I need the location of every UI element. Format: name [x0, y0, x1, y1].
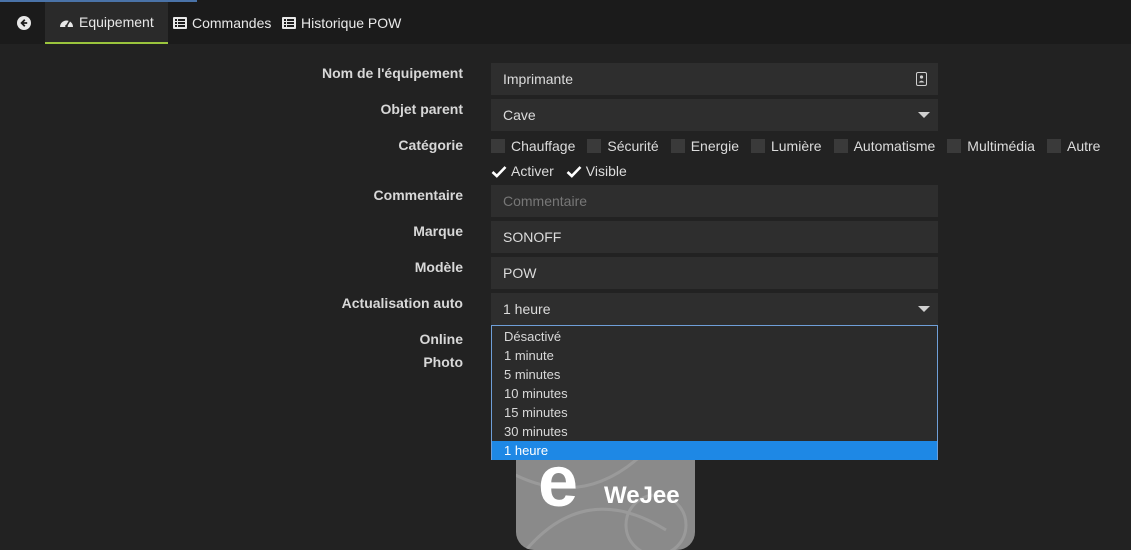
checkbox-label: Chauffage	[511, 138, 576, 154]
checkbox-box[interactable]	[491, 139, 505, 153]
actualisation-select-value: 1 heure	[503, 301, 551, 317]
checkbox-chauffage[interactable]: Chauffage	[491, 138, 575, 154]
checkbox-box[interactable]	[947, 139, 962, 153]
tab-commandes-label: Commandes	[192, 15, 272, 31]
nom-field[interactable]	[491, 63, 938, 95]
list-icon	[173, 17, 187, 29]
commentaire-field[interactable]	[491, 185, 938, 217]
checkbox-label: Visible	[585, 163, 627, 179]
marque-field[interactable]	[491, 221, 938, 253]
actualisation-select[interactable]: 1 heure	[491, 293, 938, 325]
checkbox-label: Multimédia	[967, 138, 1035, 154]
checkbox-label: Lumière	[770, 138, 822, 154]
parent-select-value: Cave	[503, 107, 536, 123]
checkbox-box[interactable]	[1046, 139, 1061, 153]
dropdown-option-selected[interactable]: 1 heure	[492, 441, 937, 460]
status-checkboxes: Activer Visible	[491, 163, 639, 179]
actualisation-dropdown: Désactivé 1 minute 5 minutes 10 minutes …	[491, 325, 938, 460]
checkbox-box[interactable]	[670, 139, 685, 153]
checkbox-autre[interactable]: Autre	[1046, 138, 1101, 154]
checkbox-label: Autre	[1066, 138, 1101, 154]
nom-input[interactable]	[503, 71, 926, 87]
chevron-down-icon	[918, 306, 930, 312]
checkbox-label: Sécurité	[607, 138, 659, 154]
back-button[interactable]	[4, 2, 44, 44]
check-icon[interactable]	[566, 164, 582, 178]
checkbox-securite[interactable]: Sécurité	[587, 138, 659, 154]
checkbox-multimedia[interactable]: Multimédia	[947, 138, 1035, 154]
contact-card-icon	[916, 72, 927, 86]
dropdown-option[interactable]: 10 minutes	[492, 384, 937, 403]
checkbox-label: Activer	[511, 163, 554, 179]
tab-historique-label: Historique POW	[301, 15, 402, 31]
parent-select[interactable]: Cave	[491, 99, 938, 131]
chevron-down-icon	[918, 112, 930, 118]
checkbox-label: Automatisme	[853, 138, 936, 154]
dropdown-option[interactable]: 5 minutes	[492, 365, 937, 384]
tab-commandes[interactable]: Commandes	[173, 2, 271, 44]
category-checkboxes: Chauffage Sécurité Energie Lumière Autom…	[491, 138, 1100, 154]
actualisation-label: Actualisation auto	[341, 295, 463, 311]
dropdown-option[interactable]: 30 minutes	[492, 422, 937, 441]
dropdown-option[interactable]: Désactivé	[492, 327, 937, 346]
marque-input[interactable]	[503, 229, 926, 245]
checkbox-energie[interactable]: Energie	[670, 138, 739, 154]
dashboard-icon	[59, 16, 74, 28]
tab-equipement[interactable]: Equipement	[45, 2, 168, 44]
checkbox-activer[interactable]: Activer	[491, 163, 554, 179]
modele-field[interactable]	[491, 257, 938, 289]
photo-label: Photo	[423, 354, 463, 370]
dropdown-option[interactable]: 15 minutes	[492, 403, 937, 422]
checkbox-automatisme[interactable]: Automatisme	[833, 138, 936, 154]
logo-brand: WeJee	[604, 482, 680, 509]
tab-equipement-label: Equipement	[79, 14, 154, 30]
checkbox-lumiere[interactable]: Lumière	[750, 138, 822, 154]
dropdown-option[interactable]: 1 minute	[492, 346, 937, 365]
checkbox-label: Energie	[690, 138, 739, 154]
tab-historique[interactable]: Historique POW	[282, 2, 401, 44]
checkbox-box[interactable]	[750, 139, 765, 153]
list-icon	[282, 17, 296, 29]
marque-label: Marque	[413, 223, 463, 239]
checkbox-visible[interactable]: Visible	[566, 163, 627, 179]
arrow-circle-left-icon	[17, 16, 31, 30]
checkbox-box[interactable]	[833, 139, 848, 153]
tab-bar: Equipement Commandes Historique POW	[0, 0, 1131, 44]
check-icon[interactable]	[491, 164, 507, 178]
modele-label: Modèle	[414, 259, 463, 275]
nom-label: Nom de l'équipement	[321, 65, 463, 81]
parent-label: Objet parent	[380, 101, 463, 117]
checkbox-box[interactable]	[587, 139, 602, 153]
online-label: Online	[419, 331, 463, 347]
categorie-label: Catégorie	[398, 137, 463, 153]
modele-input[interactable]	[503, 265, 926, 281]
commentaire-label: Commentaire	[373, 187, 463, 203]
commentaire-input[interactable]	[503, 193, 926, 209]
